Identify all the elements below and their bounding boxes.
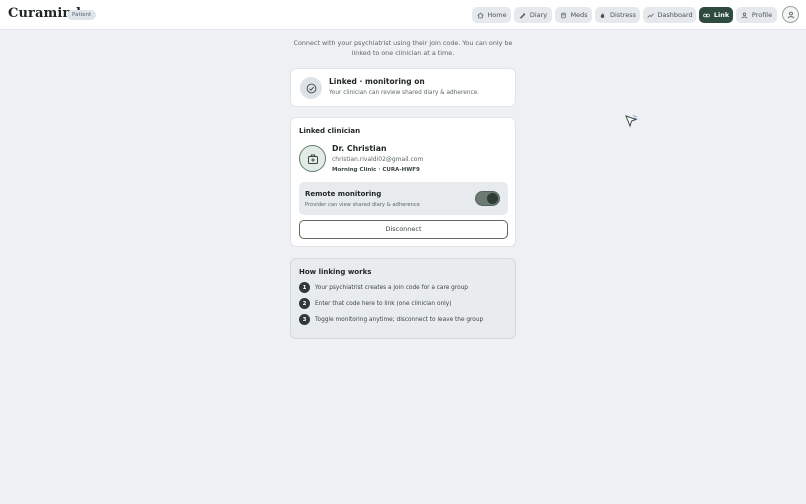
check-circle-icon: [300, 77, 322, 99]
nav-dashboard-label: Dashboard: [657, 11, 693, 19]
step-item: 2 Enter that code here to link (one clin…: [299, 298, 451, 309]
nav-profile[interactable]: Profile: [736, 7, 777, 23]
step-number: 1: [299, 282, 310, 293]
nav-distress-label: Distress: [609, 11, 637, 19]
step-item: 3 Toggle monitoring anytime; disconnect …: [299, 314, 483, 325]
clinician-name: Dr. Christian: [332, 144, 387, 153]
clinician-clinic: Morning Clinic · CURA-HWF9: [332, 167, 420, 173]
step-text: Toggle monitoring anytime; disconnect to…: [315, 316, 484, 323]
nav-link[interactable]: Link: [699, 7, 733, 23]
nav-home[interactable]: Home: [472, 7, 511, 23]
mouse-cursor-icon: [625, 115, 638, 128]
toggle-knob: [487, 193, 498, 204]
nav-meds-label: Meds: [570, 11, 588, 19]
nav-home-label: Home: [487, 11, 507, 19]
status-title: Linked · monitoring on: [329, 77, 425, 86]
nav-link-label: Link: [713, 11, 730, 19]
step-text: Enter that code here to link (one clinic…: [315, 300, 452, 307]
remote-monitoring-subtitle: Provider can view shared diary & adheren…: [305, 202, 420, 208]
linked-clinician-card: Linked clinician Dr. Christian christian…: [290, 117, 516, 247]
top-bar: Curamind Patient Home Diary Meds Distres…: [0, 0, 806, 30]
how-linking-works-card: How linking works 1 Your psychiatrist cr…: [290, 258, 516, 339]
nav-dashboard[interactable]: Dashboard: [643, 7, 696, 23]
profile-icon: [741, 11, 749, 19]
meds-icon: [559, 11, 567, 19]
diary-icon: [519, 11, 527, 19]
home-icon: [476, 11, 484, 19]
disconnect-button[interactable]: Disconnect: [299, 220, 508, 239]
user-icon: [787, 11, 794, 18]
role-badge: Patient: [67, 10, 97, 20]
nav-distress[interactable]: Distress: [595, 7, 640, 23]
intro-text: Connect with your psychiatrist using the…: [293, 39, 513, 57]
nav-profile-label: Profile: [751, 11, 773, 19]
link-status-card: Linked · monitoring on Your clinician ca…: [290, 68, 516, 107]
remote-monitoring-title: Remote monitoring: [305, 190, 382, 198]
status-subtitle: Your clinician can review shared diary &…: [329, 90, 480, 96]
step-item: 1 Your psychiatrist creates a join code …: [299, 282, 468, 293]
user-avatar[interactable]: [782, 6, 799, 23]
clinician-avatar: [299, 145, 326, 172]
nav-meds[interactable]: Meds: [555, 7, 592, 23]
step-text: Your psychiatrist creates a join code fo…: [315, 284, 468, 291]
medical-bag-icon: [307, 154, 318, 164]
dashboard-icon: [646, 11, 654, 19]
link-icon: [703, 11, 711, 19]
step-number: 3: [299, 314, 310, 325]
remote-monitoring-toggle[interactable]: [475, 191, 500, 206]
linked-clinician-title: Linked clinician: [299, 127, 361, 135]
distress-icon: [599, 11, 607, 19]
nav-diary-label: Diary: [529, 11, 548, 19]
how-linking-title: How linking works: [299, 268, 372, 276]
clinician-email: christian.rivaldi02@gmail.com: [332, 156, 424, 163]
remote-monitoring-row: Remote monitoring Provider can view shar…: [299, 182, 508, 215]
step-number: 2: [299, 298, 310, 309]
nav-diary[interactable]: Diary: [514, 7, 552, 23]
